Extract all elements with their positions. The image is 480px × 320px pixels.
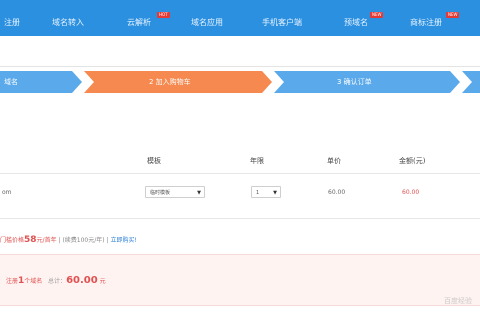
nav-trademark[interactable]: 商标注册 bbox=[410, 0, 442, 36]
nav-domain-apps[interactable]: 域名应用 bbox=[191, 0, 223, 36]
new-badge: NEW bbox=[370, 12, 384, 18]
years-select[interactable]: 1 ▼ bbox=[251, 186, 281, 198]
table-divider bbox=[0, 173, 480, 174]
step-2-label: 2 加入购物车 bbox=[149, 78, 191, 86]
step-arrows bbox=[0, 71, 480, 93]
step-4-arrow bbox=[462, 71, 480, 93]
col-header-years: 年限 bbox=[250, 157, 264, 165]
dropdown-arrow-icon: ▼ bbox=[197, 190, 201, 196]
nav-mobile-client[interactable]: 手机客户端 bbox=[262, 0, 302, 36]
order-summary: 注册1个域名 总计：60.00 元 bbox=[0, 254, 480, 306]
step-1-label: 域名 bbox=[4, 78, 18, 86]
nav-presale-domain[interactable]: 预域名 bbox=[344, 0, 368, 36]
unit-price: 60.00 bbox=[328, 189, 346, 196]
nav-cloud-dns[interactable]: 云解析 bbox=[127, 0, 151, 36]
promo-line: 门槛价格58元/首年 | (续费100元/年) | 立即购买! bbox=[0, 235, 137, 245]
col-header-template: 模板 bbox=[147, 157, 161, 165]
currency: 元 bbox=[99, 278, 106, 285]
count-suffix: 个域名 bbox=[24, 278, 43, 285]
promo-renewal: (续费100元/年) bbox=[62, 237, 105, 244]
table-divider bbox=[0, 218, 480, 219]
step-progress: 域名 2 加入购物车 3 确认订单 bbox=[0, 71, 480, 93]
col-header-unit-price: 单价 bbox=[327, 157, 341, 165]
watermark: 百度经验 bbox=[444, 297, 472, 305]
nav-register[interactable]: 注册 bbox=[4, 0, 20, 36]
hot-badge: HOT bbox=[157, 12, 170, 18]
template-select[interactable]: 临时模板 ▼ bbox=[145, 186, 205, 198]
summary-prefix: 注册 bbox=[6, 278, 19, 285]
step-3-label: 3 确认订单 bbox=[337, 78, 372, 86]
top-nav: 注册 域名转入 云解析 HOT 域名应用 手机客户端 预域名 NEW 商标注册 … bbox=[0, 0, 480, 36]
total-label: 总计： bbox=[48, 278, 67, 285]
domain-name: om bbox=[2, 189, 12, 196]
promo-prefix: 门槛价格 bbox=[0, 237, 25, 244]
total-amount: 60.00 bbox=[66, 275, 98, 286]
new-badge: NEW bbox=[446, 12, 460, 18]
sub-header bbox=[0, 36, 480, 67]
years-select-value: 1 bbox=[256, 190, 260, 196]
nav-domain-transfer[interactable]: 域名转入 bbox=[52, 0, 84, 36]
amount: 60.00 bbox=[402, 189, 420, 196]
dropdown-arrow-icon: ▼ bbox=[273, 190, 277, 196]
promo-unit: 元/首年 bbox=[36, 237, 57, 244]
promo-price: 58 bbox=[24, 235, 37, 245]
col-header-amount: 金额(元) bbox=[399, 157, 426, 165]
template-select-value: 临时模板 bbox=[150, 190, 171, 196]
buy-now-link[interactable]: 立即购买! bbox=[110, 237, 136, 244]
